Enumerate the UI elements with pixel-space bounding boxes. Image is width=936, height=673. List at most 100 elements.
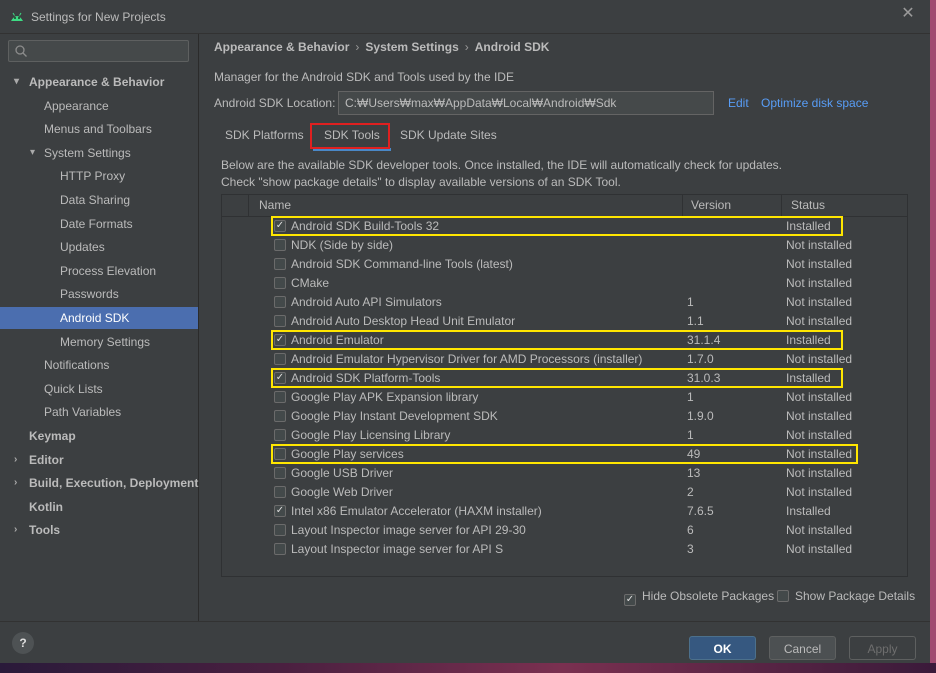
row-checkbox[interactable] [274, 429, 286, 441]
chevron-right-icon[interactable]: › [14, 472, 24, 494]
row-checkbox[interactable] [274, 448, 286, 460]
sidebar-item[interactable]: › Build, Execution, Deployment [0, 472, 198, 494]
chevron-down-icon[interactable]: ▾ [14, 71, 24, 93]
search-input[interactable] [31, 41, 185, 63]
sidebar-item[interactable]: Appearance [0, 95, 198, 117]
table-row[interactable]: Google Play services 49 Not installed [222, 445, 907, 464]
help-button[interactable]: ? [12, 632, 34, 654]
package-status: Not installed [786, 276, 853, 290]
sidebar-item[interactable]: Memory Settings [0, 331, 198, 353]
sidebar-item[interactable]: Passwords [0, 283, 198, 305]
table-row[interactable]: Layout Inspector image server for API S 3… [222, 540, 907, 559]
sidebar-item-label: Memory Settings [60, 334, 151, 349]
package-version: 7.6.5 [687, 504, 714, 518]
sidebar-item[interactable]: Keymap [0, 425, 198, 447]
ok-button[interactable]: OK [689, 636, 756, 660]
row-checkbox[interactable] [274, 239, 286, 251]
row-checkbox[interactable] [274, 258, 286, 270]
sidebar-item[interactable]: › Editor [0, 449, 198, 471]
table-row[interactable]: CMake Not installed [222, 274, 907, 293]
row-checkbox[interactable]: ✓ [274, 220, 286, 232]
chevron-right-icon: › [464, 40, 469, 54]
column-header-version[interactable]: Version [691, 195, 731, 216]
package-name: Android SDK Build-Tools 32 [291, 219, 440, 233]
sidebar-item[interactable]: Path Variables [0, 401, 198, 423]
chevron-right-icon[interactable]: › [14, 449, 24, 471]
row-checkbox[interactable] [274, 277, 286, 289]
table-row[interactable]: Android Auto Desktop Head Unit Emulator 1… [222, 312, 907, 331]
table-row[interactable]: Google Play Instant Development SDK 1.9.0… [222, 407, 907, 426]
row-checkbox[interactable] [274, 391, 286, 403]
row-checkbox[interactable] [274, 410, 286, 422]
sidebar-item-label: Updates [60, 240, 105, 255]
sidebar-item-label: Kotlin [29, 499, 63, 514]
row-checkbox[interactable]: ✓ [274, 505, 286, 517]
sidebar-item[interactable]: › Tools [0, 519, 198, 541]
hide-obsolete-checkbox[interactable]: ✓ Hide Obsolete Packages [624, 588, 774, 606]
sidebar-item[interactable]: Date Formats [0, 213, 198, 235]
tab-sdk-platforms[interactable]: SDK Platforms [214, 122, 315, 148]
row-checkbox[interactable] [274, 296, 286, 308]
sidebar-item[interactable]: HTTP Proxy [0, 165, 198, 187]
table-row[interactable]: Android Auto API Simulators 1 Not installe… [222, 293, 907, 312]
edit-link[interactable]: Edit [728, 96, 749, 110]
sdk-location-input[interactable] [338, 91, 714, 115]
checkbox-icon[interactable] [777, 590, 789, 602]
row-checkbox[interactable]: ✓ [274, 334, 286, 346]
column-header-name[interactable]: Name [259, 195, 291, 216]
sidebar-item-label: Passwords [60, 287, 119, 302]
row-checkbox[interactable] [274, 315, 286, 327]
row-checkbox[interactable] [274, 524, 286, 536]
apply-button[interactable]: Apply [849, 636, 916, 660]
table-row[interactable]: Google Play Licensing Library 1 Not instal… [222, 426, 907, 445]
search-field[interactable] [8, 40, 189, 63]
sidebar-item[interactable]: Menus and Toolbars [0, 118, 198, 140]
sidebar-item[interactable]: Process Elevation [0, 260, 198, 282]
row-checkbox[interactable] [274, 353, 286, 365]
package-status: Not installed [786, 238, 853, 252]
checkbox-icon[interactable]: ✓ [624, 594, 636, 606]
breadcrumb-item: Android SDK [474, 40, 550, 54]
table-row[interactable]: Android Emulator Hypervisor Driver for A… [222, 350, 907, 369]
row-checkbox[interactable] [274, 543, 286, 555]
table-row[interactable]: Google USB Driver 13 Not installed [222, 464, 907, 483]
tab-sdk-update-sites[interactable]: SDK Update Sites [389, 122, 508, 148]
table-row[interactable]: ✓ Android SDK Build-Tools 32 Installed [222, 217, 907, 236]
table-row[interactable]: ✓ Android Emulator 31.1.4 Installed [222, 331, 907, 350]
row-checkbox[interactable] [274, 486, 286, 498]
optimize-disk-space-link[interactable]: Optimize disk space [761, 96, 868, 110]
package-version: 6 [687, 523, 694, 537]
cancel-button[interactable]: Cancel [769, 636, 836, 660]
android-studio-icon [11, 12, 23, 21]
sidebar-item[interactable]: Android SDK [0, 307, 198, 329]
package-name: Android SDK Platform-Tools [291, 371, 441, 385]
row-checkbox[interactable]: ✓ [274, 372, 286, 384]
column-divider [682, 195, 683, 216]
show-package-details-checkbox[interactable]: Show Package Details [777, 588, 915, 604]
close-icon[interactable]: ✕ [900, 6, 916, 22]
chevron-right-icon[interactable]: › [14, 519, 24, 541]
row-checkbox[interactable] [274, 467, 286, 479]
package-status: Installed [786, 371, 831, 385]
sidebar-item[interactable]: Quick Lists [0, 378, 198, 400]
package-name: CMake [291, 276, 330, 290]
table-row[interactable]: ✓ Intel x86 Emulator Accelerator (HAXM in… [222, 502, 907, 521]
sidebar-item[interactable]: Updates [0, 236, 198, 258]
table-row[interactable]: Android SDK Command-line Tools (latest) N… [222, 255, 907, 274]
table-row[interactable]: Google Play APK Expansion library 1 Not in… [222, 388, 907, 407]
table-row[interactable]: Layout Inspector image server for API 29… [222, 521, 907, 540]
sidebar-item-label: HTTP Proxy [60, 169, 126, 184]
column-divider [781, 195, 782, 216]
table-row[interactable]: Google Web Driver 2 Not installed [222, 483, 907, 502]
table-row[interactable]: NDK (Side by side) Not installed [222, 236, 907, 255]
column-header-status[interactable]: Status [791, 195, 825, 216]
sidebar-item[interactable]: Kotlin [0, 496, 198, 518]
tab-sdk-tools[interactable]: SDK Tools [313, 122, 391, 151]
sidebar-item[interactable]: ▾ Appearance & Behavior [0, 71, 198, 93]
chevron-down-icon[interactable]: ▾ [30, 142, 40, 164]
sidebar-item[interactable]: ▾ System Settings [0, 142, 198, 164]
table-row[interactable]: ✓ Android SDK Platform-Tools 31.0.3 Install… [222, 369, 907, 388]
sidebar-item-label: Tools [29, 523, 61, 538]
sidebar-item[interactable]: Data Sharing [0, 189, 198, 211]
sidebar-item[interactable]: Notifications [0, 354, 198, 376]
